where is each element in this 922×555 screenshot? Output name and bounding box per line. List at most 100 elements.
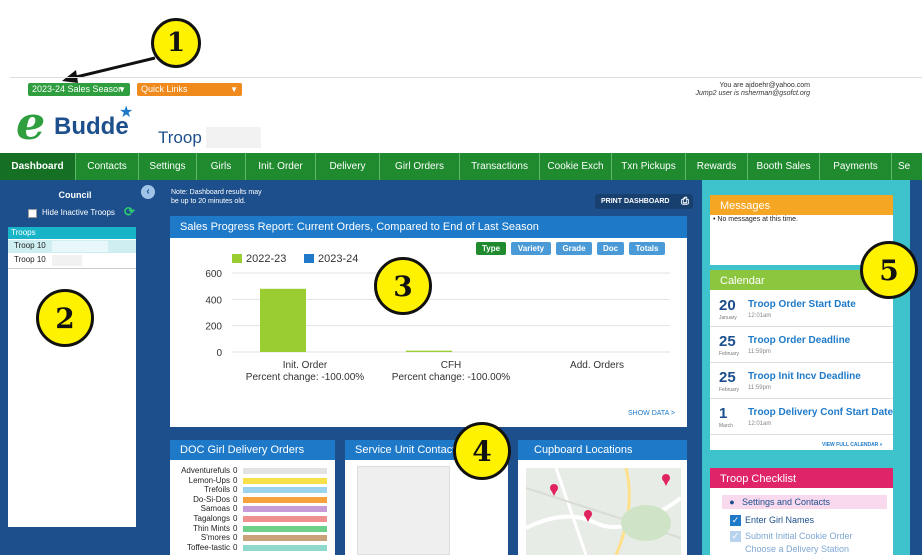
troops-header: Troops [8, 227, 136, 239]
x-category-label: Init. Order [283, 360, 328, 371]
nav-more[interactable]: Se [892, 153, 922, 180]
print-dashboard-button[interactable]: PRINT DASHBOARD ⎙ [595, 194, 693, 209]
variety-name: Thin Mints [193, 523, 230, 533]
variety-value: 0 [233, 466, 238, 475]
doc-variety-row: Samoas 0 [170, 504, 335, 514]
event-month: February [719, 351, 740, 357]
y-tick-label: 600 [205, 269, 222, 280]
calendar-event[interactable]: 25 February Troop Init Incv Deadline 11:59p… [710, 363, 893, 399]
nav-payments[interactable]: Payments [820, 153, 892, 180]
messages-text: • No messages at this time. [713, 216, 798, 223]
variety-value: 0 [233, 504, 238, 514]
troops-divider [8, 268, 136, 269]
variety-value: 0 [233, 523, 238, 533]
nav-delivery[interactable]: Delivery [316, 153, 380, 180]
calendar-event[interactable]: 25 February Troop Order Deadline 11:59pm [710, 327, 893, 363]
checklist-item-label: Settings and Contacts [742, 497, 831, 507]
hide-inactive-checkbox[interactable] [28, 209, 37, 218]
calendar-event[interactable]: 1 March Troop Delivery Conf Start Date 12:0… [710, 399, 893, 435]
variety-bar [243, 535, 327, 542]
variety-name: Toffee-tastic [187, 542, 230, 552]
callout-2: 2 [36, 289, 94, 347]
cupboard-panel: Cupboard Locations [518, 440, 687, 555]
y-tick-label: 0 [216, 348, 222, 359]
event-month: February [719, 387, 740, 393]
view-full-calendar-link[interactable]: VIEW FULL CALENDAR » [822, 442, 882, 448]
star-icon: ★ [119, 104, 134, 121]
variety-bar [243, 477, 327, 484]
nav-girl-orders[interactable]: Girl Orders [380, 153, 460, 180]
percent-change-label: Percent change: -100.00% [246, 372, 365, 383]
cupboard-map[interactable] [526, 468, 681, 555]
nav-dashboard[interactable]: Dashboard [0, 153, 76, 180]
chevron-down-icon: ▼ [230, 85, 238, 94]
nav-transactions[interactable]: Transactions [460, 153, 540, 180]
hide-inactive-label: Hide Inactive Troops [42, 208, 115, 217]
event-month: January [719, 315, 737, 321]
season-dropdown[interactable]: 2023-24 Sales Season ▼ [28, 83, 130, 96]
note-line-1: Note: Dashboard results may [171, 189, 262, 196]
event-day: 25 [719, 333, 736, 350]
nav-rewards[interactable]: Rewards [686, 153, 748, 180]
variety-bar [243, 496, 327, 503]
quick-links-dropdown[interactable]: Quick Links ▼ [137, 83, 242, 96]
refresh-icon[interactable]: ⟳ [124, 204, 135, 220]
checklist-item[interactable]: Choose a Delivery Station [745, 543, 849, 555]
event-time: 11:59pm [748, 349, 771, 355]
x-category-label: Add. Orders [570, 360, 624, 371]
nav-cookie-exch[interactable]: Cookie Exch [540, 153, 612, 180]
legend-swatch [232, 254, 242, 263]
dashboard-area: Council ‹ Hide Inactive Troops ⟳ Troops … [0, 180, 922, 555]
nav-girls[interactable]: Girls [197, 153, 246, 180]
bar [406, 350, 452, 352]
nav-contacts[interactable]: Contacts [76, 153, 139, 180]
troops-panel: Troops Troop 10 Troop 10 [8, 227, 136, 527]
nav-txn-pickups[interactable]: Txn Pickups [612, 153, 686, 180]
event-month: March [719, 423, 733, 429]
variety-bar [243, 516, 327, 522]
bullet-icon: ● [729, 497, 735, 507]
variety-name: Adventurefuls [181, 466, 230, 475]
checkbox-checked-icon[interactable]: ✓ [730, 515, 741, 526]
troop-item[interactable]: Troop 10 [8, 254, 136, 267]
troop-item-label: Troop 10 [14, 255, 46, 264]
troop-item[interactable]: Troop 10 [8, 240, 136, 253]
event-title: Troop Order Start Date [748, 299, 856, 310]
event-time: 12:01am [748, 421, 772, 427]
checklist-panel: Troop Checklist ● Settings and Contacts ✓… [710, 468, 893, 555]
cupboard-title: Cupboard Locations [518, 440, 687, 460]
show-data-link[interactable]: SHOW DATA > [628, 410, 675, 417]
variety-value: 0 [233, 494, 238, 504]
event-title: Troop Delivery Conf Start Date [748, 407, 894, 418]
callout-3: 3 [374, 257, 432, 315]
event-day: 25 [719, 369, 736, 386]
nav-init-order[interactable]: Init. Order [246, 153, 316, 180]
checklist-item[interactable]: ● Settings and Contacts [722, 495, 887, 509]
variety-name: Do-Si-Dos [193, 494, 230, 504]
x-category-label: CFH [441, 360, 462, 371]
doc-variety-row: Thin Mints 0 [170, 524, 335, 534]
note-line-2: be up to 20 minutes old. [171, 198, 246, 205]
printer-icon: ⎙ [681, 196, 689, 207]
callout-arrow [62, 56, 156, 83]
dashboard-note: Note: Dashboard results may be up to 20 … [171, 188, 262, 206]
nav-booth-sales[interactable]: Booth Sales [748, 153, 820, 180]
calendar-event[interactable]: 20 January Troop Order Start Date 12:01am [710, 291, 893, 327]
quick-links-label: Quick Links [141, 84, 188, 94]
checklist-item[interactable]: ✓ Enter Girl Names [730, 513, 814, 527]
event-title: Troop Init Incv Deadline [748, 371, 861, 382]
checkbox-checked-icon[interactable]: ✓ [730, 531, 741, 542]
jump-user: Jump2 user is nsherman@gsofct.org [695, 90, 811, 97]
callout-4: 4 [453, 422, 511, 480]
calendar-panel: Calendar 20 January Troop Order Start Date… [710, 270, 893, 450]
logo-e: e [16, 96, 46, 150]
messages-title: Messages [710, 195, 893, 215]
main-nav: Dashboard Contacts Settings Girls Init. … [0, 153, 922, 180]
doc-variety-row: Tagalongs 0 [170, 514, 335, 524]
collapse-button[interactable]: ‹ [141, 185, 155, 199]
checklist-item[interactable]: ✓ Submit Initial Cookie Order [730, 529, 853, 543]
doc-variety-row: Lemon-Ups 0 [170, 476, 335, 486]
user-info: You are ajdoehr@yahoo.com Jump2 user is … [660, 82, 811, 98]
checklist-title: Troop Checklist [710, 468, 893, 488]
nav-settings[interactable]: Settings [139, 153, 197, 180]
